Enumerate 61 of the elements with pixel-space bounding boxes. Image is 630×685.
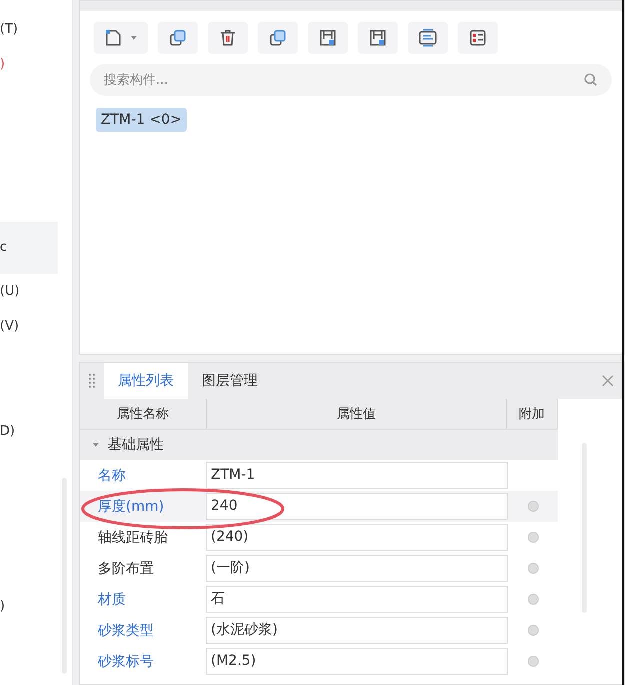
copy-icon-button[interactable] [258, 22, 298, 54]
sidebar-item[interactable]: c [0, 222, 58, 274]
sidebar-item[interactable]: (T) [0, 20, 58, 40]
sidebar-item[interactable]: D) [0, 422, 58, 442]
group-label: 基础属性 [108, 436, 164, 454]
copy-icon [168, 28, 188, 48]
property-name: 砂浆类型 [98, 622, 154, 638]
radio-button[interactable] [528, 532, 538, 543]
radio-button[interactable] [528, 501, 538, 512]
property-name: 轴线距砖胎 [98, 530, 168, 546]
document-icon [104, 28, 124, 48]
property-value-field[interactable]: ZTM-1 [206, 462, 508, 489]
tab[interactable]: 属性列表 [104, 363, 188, 399]
text-panel-icon [418, 28, 438, 48]
caret-icon [130, 35, 138, 41]
column-header: 附加 [507, 399, 558, 429]
column-header: 属性值 [207, 399, 507, 429]
property-name: 材质 [98, 592, 126, 608]
radio-button[interactable] [528, 625, 538, 636]
property-value-field[interactable]: (一阶) [206, 555, 508, 582]
drag-handle-icon[interactable] [88, 373, 96, 389]
copy-icon [268, 28, 288, 48]
save-frame-icon-button[interactable] [308, 22, 348, 54]
property-name: 砂浆标号 [98, 654, 154, 670]
copy-icon-button[interactable] [158, 22, 198, 54]
trash-icon [218, 28, 238, 48]
new-file-icon-button[interactable] [94, 22, 148, 54]
tab[interactable]: 图层管理 [188, 363, 272, 399]
property-name: 多阶布置 [98, 560, 154, 576]
property-value-field[interactable]: 石 [206, 586, 508, 613]
checklist-icon-button[interactable] [458, 22, 498, 54]
radio-button[interactable] [528, 656, 538, 667]
sidebar-item[interactable]: ) [0, 597, 58, 617]
property-value-field[interactable]: (水泥砂浆) [206, 617, 508, 644]
property-value-field[interactable]: 240 [206, 493, 508, 520]
checklist-icon [468, 28, 488, 48]
close-icon[interactable] [602, 375, 614, 387]
component-item[interactable]: ZTM-1 <0> [96, 108, 187, 132]
property-row[interactable]: 材质 石 [80, 584, 558, 615]
trash-icon-button[interactable] [208, 22, 248, 54]
expand-caret-icon[interactable] [92, 442, 100, 448]
property-row[interactable]: 轴线距砖胎 (240) [80, 522, 558, 553]
radio-button[interactable] [528, 563, 538, 574]
property-row[interactable]: 砂浆类型 (水泥砂浆) [80, 615, 558, 646]
search-field[interactable]: 搜索构件... [90, 64, 612, 96]
property-value-field[interactable]: (M2.5) [206, 648, 508, 675]
property-name: 名称 [98, 468, 126, 484]
column-header: 属性名称 [80, 399, 207, 429]
property-row[interactable]: 名称 ZTM-1 [80, 460, 558, 491]
sidebar-item[interactable]: (V) [0, 317, 58, 337]
property-row[interactable]: 砂浆标号 (M2.5) [80, 646, 558, 677]
search-icon [584, 73, 598, 87]
radio-button[interactable] [528, 594, 538, 605]
sidebar-item[interactable]: ) [0, 55, 58, 75]
property-row[interactable]: 多阶布置 (一阶) [80, 553, 558, 584]
frame-save-icon [318, 28, 338, 48]
property-name: 厚度(mm) [98, 498, 164, 514]
text-panel-icon-button[interactable] [408, 22, 448, 54]
property-row[interactable]: 厚度(mm) 240 [80, 491, 558, 522]
sidebar-item[interactable]: (U) [0, 282, 58, 302]
property-value-field[interactable]: (240) [206, 524, 508, 551]
